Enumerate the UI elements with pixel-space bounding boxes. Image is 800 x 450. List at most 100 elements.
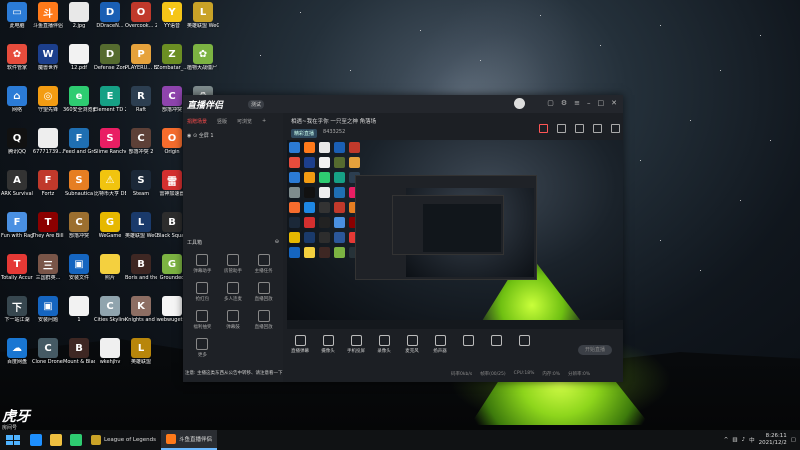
app-titlebar[interactable]: 直播伴侣 测试 ▢ ⚙ ≡ – □ ✕ (183, 95, 623, 113)
tool-item[interactable]: 弹幕助手 (187, 254, 218, 274)
ime-icon[interactable]: 中 (749, 436, 755, 444)
tab-scene-3[interactable]: 可浏览 (237, 118, 252, 125)
source-button[interactable]: 手机投屏 (343, 335, 369, 354)
desktop-icon[interactable]: 照片 (94, 254, 126, 281)
desktop-icon[interactable]: S Subnautica (63, 170, 95, 197)
delete-icon[interactable] (539, 124, 548, 133)
desktop-icon[interactable]: Q 腾讯QQ (1, 128, 33, 155)
source-button[interactable] (455, 335, 481, 348)
explorer-icon[interactable] (50, 434, 62, 446)
source-button[interactable] (483, 335, 509, 348)
streaming-app-window[interactable]: 直播伴侣 测试 ▢ ⚙ ≡ – □ ✕ 捐赠场景 竖版 可浏览 + ◉ ⊙ 全屏… (183, 95, 623, 382)
desktop-icon[interactable]: DDefense Zone 3 Ult... (94, 44, 126, 71)
source-button[interactable]: 麦克风 (399, 335, 425, 354)
desktop-icon[interactable]: G WeGame (94, 212, 126, 239)
start-button[interactable] (6, 435, 20, 445)
desktop-icon[interactable]: e 360安全浏览器 (63, 86, 95, 113)
desktop-icon[interactable]: 2.jpg (63, 2, 95, 29)
notification-icon[interactable]: ▢ (791, 437, 796, 443)
room-category-tag[interactable]: 精彩直播 (291, 129, 318, 138)
desktop-icon[interactable]: BBoris and the Dar... (125, 254, 157, 281)
tool-item[interactable]: 弹幕鼓 (218, 310, 249, 330)
tool-item[interactable]: 主播任务 (248, 254, 279, 274)
menu-icon[interactable]: ≡ (574, 99, 580, 107)
tab-scene-2[interactable]: 竖版 (217, 118, 227, 125)
desktop-icon[interactable]: 下下一站江湖 (1, 296, 33, 323)
source-button[interactable]: 摄像头 (315, 335, 341, 354)
desktop-icon[interactable]: W 魔兽世界 (32, 44, 64, 71)
desktop-icon[interactable]: KKnights and Merchants (125, 296, 157, 323)
desktop-icon[interactable]: 67771739... (32, 128, 64, 155)
message-icon[interactable]: ▢ (547, 99, 554, 107)
toolbox-more-icon[interactable]: ⊖ (275, 239, 279, 246)
desktop-icon[interactable]: C 部落冲突 2 (125, 128, 157, 155)
desktop-icon[interactable]: FFun with Ragdoll... (1, 212, 33, 239)
desktop-icon[interactable]: S Steam (125, 170, 157, 197)
stream-preview[interactable] (287, 140, 623, 329)
desktop-icon[interactable]: L英雄联盟 WeGame版 (187, 2, 219, 29)
close-icon[interactable]: ✕ (611, 99, 617, 107)
tool-item[interactable]: 抢红包 (187, 282, 218, 302)
copy-icon[interactable] (557, 124, 566, 133)
start-live-button[interactable]: 开始直播 (578, 345, 612, 355)
desktop-icon[interactable]: ▣ 安装文件 (63, 254, 95, 281)
desktop-icon[interactable]: PPLAYERU... BATTLEGR... (125, 44, 157, 71)
user-avatar[interactable] (514, 98, 525, 109)
tool-item[interactable]: 更多 (187, 338, 218, 358)
room-title[interactable]: 相遇~我在乎你 一只至之神 角落场 (291, 117, 376, 125)
desktop-icon[interactable]: ✿ 软件管家 (1, 44, 33, 71)
source-button[interactable] (511, 335, 537, 348)
add-scene-icon[interactable]: + (262, 118, 266, 125)
browser-icon[interactable] (70, 434, 82, 446)
layer-icon[interactable] (575, 124, 584, 133)
tab-scene-1[interactable]: 捐赠场景 (187, 118, 207, 125)
taskbar-app[interactable]: League of Legends (86, 430, 161, 450)
bell-icon[interactable] (593, 124, 602, 133)
desktop-icon[interactable]: wkehjhv (94, 338, 126, 365)
desktop-icon[interactable]: F Fortz (32, 170, 64, 197)
desktop-icon[interactable]: ✿植物大战僵尸 2010年度版 (187, 44, 219, 71)
desktop-icon[interactable]: TTotally Accurate... (1, 254, 33, 281)
desktop-icon[interactable]: L英雄联盟 WeGame版 (125, 212, 157, 239)
settings-icon[interactable]: ⚙ (561, 99, 567, 107)
tool-item[interactable]: 多人连麦 (218, 282, 249, 302)
desktop-icon[interactable]: ◎ 守望先锋 (32, 86, 64, 113)
version-badge[interactable]: 测试 (248, 100, 265, 109)
desktop-icon[interactable]: D DDraceN... (94, 2, 126, 29)
desktop-icon[interactable]: TThey Are Billions (32, 212, 64, 239)
desktop-icon[interactable]: ⌂ 网络 (1, 86, 33, 113)
desktop-icon[interactable]: Y YY语音 (156, 2, 188, 29)
desktop-icon[interactable]: O Overcook... 2 (125, 2, 157, 29)
desktop-icon[interactable]: ▣ 安装问题 (32, 296, 64, 323)
share-icon[interactable] (611, 124, 620, 133)
source-button[interactable]: 录像头 (371, 335, 397, 354)
desktop-icon[interactable]: 斗斗鱼直播伴侣 (32, 2, 64, 29)
source-button[interactable]: 扬声器 (427, 335, 453, 354)
tool-item[interactable]: 直播回放 (248, 282, 279, 302)
desktop-icon[interactable]: 三三国群英... (32, 254, 64, 281)
lock-icon[interactable]: ⊙ (193, 133, 197, 139)
desktop-icon[interactable]: ▭ 此电脑 (1, 2, 33, 29)
desktop-icon[interactable]: C 部落冲突 (63, 212, 95, 239)
desktop-icon[interactable]: 1 (63, 296, 95, 323)
desktop-icon[interactable]: AARK Survival Evolved (1, 170, 33, 197)
edge-icon[interactable] (30, 434, 42, 446)
tool-item[interactable]: 直播回放 (248, 310, 279, 330)
desktop-icon[interactable]: E Element TD 2 (94, 86, 126, 113)
network-icon[interactable]: ▥ (732, 437, 737, 443)
desktop-icon[interactable]: L英雄联盟 (125, 338, 157, 365)
desktop-icon[interactable]: CClone Drone in t... (32, 338, 64, 365)
tool-item[interactable]: 房管助手 (218, 254, 249, 274)
desktop-icon[interactable]: 12.pdf (63, 44, 95, 71)
clock[interactable]: 8:26:11 2021/12/2 (759, 433, 787, 447)
desktop-icon[interactable]: FFeed and Grow Fish (63, 128, 95, 155)
desktop-icon[interactable]: R Raft (125, 86, 157, 113)
taskbar-app[interactable]: 斗鱼直播伴侣 (160, 430, 217, 450)
scene-item[interactable]: ◉ ⊙ 全屏 1 (183, 130, 283, 141)
desktop-icon[interactable]: SSlime Rancher (94, 128, 126, 155)
source-button[interactable]: 直播弹幕 (287, 335, 313, 354)
tray-chevron-icon[interactable]: ^ (724, 437, 729, 443)
volume-icon[interactable]: ♪ (742, 437, 746, 443)
desktop-icon[interactable]: CCities Skylines (94, 296, 126, 323)
eye-icon[interactable]: ◉ (187, 133, 191, 139)
